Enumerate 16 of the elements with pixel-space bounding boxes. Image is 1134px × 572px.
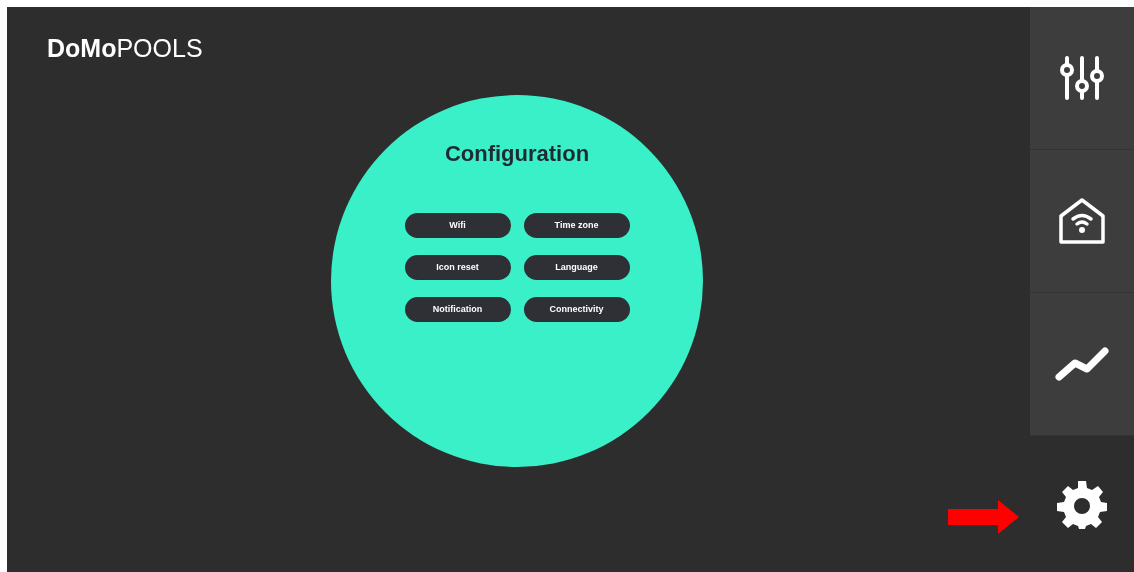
sidebar-tab[interactable] — [1030, 150, 1134, 293]
sidebar-tab[interactable] — [1030, 293, 1134, 436]
smart-home-icon — [1058, 197, 1106, 245]
sliders-icon — [1059, 56, 1105, 100]
menu-button[interactable]: Icon reset — [404, 255, 511, 280]
line-chart-icon — [1055, 347, 1109, 381]
menu-button[interactable]: Language — [523, 255, 630, 280]
sidebar-tab[interactable] — [1030, 7, 1134, 150]
arrow-icon — [948, 500, 1019, 534]
menu-button[interactable]: Time zone — [523, 213, 630, 238]
panel-title: Configuration — [444, 143, 590, 165]
settings-icon — [1057, 479, 1107, 529]
app-logo: DoMoPOOLS — [47, 36, 203, 61]
menu-button[interactable]: Notification — [404, 297, 511, 322]
menu-button[interactable]: Connectivity — [523, 297, 630, 322]
menu-button[interactable]: Wifi — [404, 213, 511, 238]
